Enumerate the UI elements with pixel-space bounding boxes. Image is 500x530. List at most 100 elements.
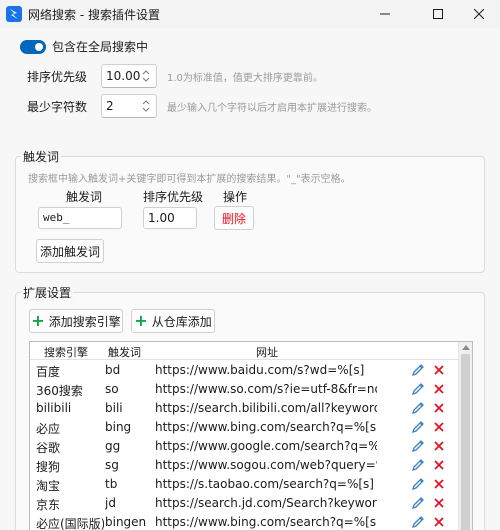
engine-url: https://search.jd.com/Search?keyword=%[s… — [155, 496, 377, 510]
delete-x-icon[interactable] — [432, 477, 446, 491]
engine-name: 必应(国际版) — [36, 517, 104, 530]
engine-trigger: bing — [105, 420, 132, 434]
min-chars-spinbox[interactable]: 2 — [101, 94, 157, 118]
scrollbar-thumb[interactable] — [461, 354, 470, 530]
priority-label: 排序优先级 — [27, 69, 88, 84]
priority-spinbox[interactable]: 10.00 — [101, 64, 157, 88]
engine-name: 谷歌 — [36, 441, 61, 455]
trigger-group: 触发词 搜索框中输入触发词+关键字即可得到本扩展的搜索结果。"_"表示空格。 触… — [15, 148, 485, 273]
minimize-button[interactable] — [362, 0, 408, 28]
priority-col-header: 排序优先级 — [143, 190, 204, 204]
window-title: 网络搜索 - 搜索插件设置 — [28, 7, 160, 22]
delete-x-icon[interactable] — [432, 363, 446, 377]
table-header: 搜索引擎 触发词 网址 — [30, 342, 472, 360]
pencil-icon[interactable] — [411, 458, 425, 472]
delete-x-icon[interactable] — [432, 420, 446, 434]
engine-url: https://www.bing.com/search?q=%[s] — [155, 420, 377, 434]
priority-row: 排序优先级 10.00 1.0为标准值，值更大排序更靠前。 — [27, 64, 323, 88]
add-engine-label: 添加搜索引擎 — [48, 314, 121, 329]
extension-group: 扩展设置 + 添加搜索引擎 + 从仓库添加 搜索引擎 触发词 网址 百度 bd ht… — [15, 284, 485, 530]
pencil-icon[interactable] — [411, 382, 425, 396]
trigger-hint: 搜索框中输入触发词+关键字即可得到本扩展的搜索结果。"_"表示空格。 — [28, 174, 351, 185]
pencil-icon[interactable] — [411, 515, 425, 529]
engine-name: 百度 — [36, 365, 61, 379]
extension-group-title: 扩展设置 — [21, 284, 74, 301]
engine-trigger: jd — [105, 496, 116, 510]
engine-url: https://www.google.com/search?q=%[s] — [155, 439, 377, 453]
engine-name: 必应 — [36, 422, 61, 436]
table-row[interactable]: 必应(国际版) bingen https://www.bing.com/search… — [30, 513, 458, 530]
engine-table: 搜索引擎 触发词 网址 百度 bd https://www.baidu.com/s?… — [29, 341, 473, 530]
trigger-col-header: 触发词 — [66, 190, 103, 204]
engine-url: https://www.so.com/s?ie=utf-8&fr=none&sr… — [155, 382, 377, 396]
engine-url: https://www.sogou.com/web?query=%[s] — [155, 458, 377, 472]
trigger-col-header: 触发词 — [108, 346, 141, 359]
table-row[interactable]: 淘宝 tb https://s.taobao.com/search?q=%[s] — [30, 475, 458, 494]
plus-icon: + — [31, 311, 45, 330]
engine-trigger: bili — [105, 401, 123, 415]
add-from-repo-button[interactable]: + 从仓库添加 — [131, 309, 215, 333]
engine-name: 淘宝 — [36, 479, 61, 493]
engine-url: https://www.baidu.com/s?wd=%[s] — [155, 363, 365, 377]
trigger-group-title: 触发词 — [21, 148, 62, 165]
table-row[interactable]: 谷歌 gg https://www.google.com/search?q=%[s] — [30, 437, 458, 456]
table-row[interactable]: 必应 bing https://www.bing.com/search?q=%[s] — [30, 418, 458, 437]
min-chars-label: 最少字符数 — [27, 99, 88, 114]
add-trigger-button[interactable]: 添加触发词 — [36, 239, 104, 263]
engine-trigger: sg — [105, 458, 119, 472]
min-chars-value: 2 — [106, 99, 114, 113]
maximize-button[interactable] — [415, 0, 461, 28]
engine-trigger: so — [105, 382, 119, 396]
spin-arrows-icon[interactable] — [142, 98, 150, 114]
delete-trigger-button[interactable]: 删除 — [214, 206, 254, 230]
table-row[interactable]: 360搜索 so https://www.so.com/s?ie=utf-8&fr=… — [30, 380, 458, 399]
delete-x-icon[interactable] — [432, 401, 446, 415]
pencil-icon[interactable] — [411, 363, 425, 377]
priority-hint: 1.0为标准值，值更大排序更靠前。 — [167, 72, 323, 84]
engine-col-header: 搜索引擎 — [44, 346, 88, 359]
min-chars-row: 最少字符数 2 最少输入几个字符以后才启用本扩展进行搜索。 — [27, 94, 377, 118]
engine-name: bilibili — [36, 401, 72, 415]
engine-url: https://s.taobao.com/search?q=%[s] — [155, 477, 374, 491]
settings-content: 包含在全局搜索中 排序优先级 10.00 1.0为标准值，值更大排序更靠前。 最… — [0, 28, 500, 530]
table-row[interactable]: bilibili bili https://search.bilibili.com/… — [30, 399, 458, 418]
plus-icon: + — [134, 311, 148, 330]
pencil-icon[interactable] — [411, 439, 425, 453]
pencil-icon[interactable] — [411, 420, 425, 434]
engine-trigger: bd — [105, 363, 121, 377]
title-bar: 网络搜索 - 搜索插件设置 — [0, 0, 500, 28]
delete-x-icon[interactable] — [432, 439, 446, 453]
global-search-toggle[interactable] — [20, 39, 46, 54]
url-col-header: 网址 — [256, 346, 278, 359]
pencil-icon[interactable] — [411, 496, 425, 510]
engine-name: 搜狗 — [36, 460, 61, 474]
engine-url: https://www.bing.com/search?q=%[s]&ensea… — [155, 515, 377, 529]
app-logo-icon — [6, 6, 22, 22]
scroll-up-icon[interactable] — [462, 344, 470, 350]
engine-trigger: gg — [105, 439, 121, 453]
add-repo-label: 从仓库添加 — [151, 314, 212, 329]
delete-x-icon[interactable] — [432, 382, 446, 396]
trigger-input[interactable]: web_ — [38, 207, 122, 229]
min-chars-hint: 最少输入几个字符以后才启用本扩展进行搜索。 — [167, 102, 377, 114]
table-row[interactable]: 京东 jd https://search.jd.com/Search?keyword… — [30, 494, 458, 513]
global-search-toggle-label: 包含在全局搜索中 — [52, 40, 149, 54]
engine-trigger: bingen — [105, 515, 147, 529]
spin-arrows-icon[interactable] — [142, 68, 150, 84]
table-row[interactable]: 百度 bd https://www.baidu.com/s?wd=%[s] — [30, 361, 458, 380]
table-row[interactable]: 搜狗 sg https://www.sogou.com/web?query=%[s] — [30, 456, 458, 475]
engine-url: https://search.bilibili.com/all?keyword=… — [155, 401, 377, 415]
engine-trigger: tb — [105, 477, 118, 491]
delete-x-icon[interactable] — [432, 515, 446, 529]
engine-name: 360搜索 — [36, 384, 83, 398]
table-scrollbar[interactable] — [458, 342, 472, 530]
trigger-priority-input[interactable]: 1.00 — [143, 207, 197, 229]
close-button[interactable] — [456, 0, 500, 28]
delete-x-icon[interactable] — [432, 496, 446, 510]
add-engine-button[interactable]: + 添加搜索引擎 — [29, 309, 123, 333]
delete-x-icon[interactable] — [432, 458, 446, 472]
priority-value: 10.00 — [106, 69, 141, 83]
pencil-icon[interactable] — [411, 401, 425, 415]
engine-name: 京东 — [36, 498, 61, 512]
pencil-icon[interactable] — [411, 477, 425, 491]
